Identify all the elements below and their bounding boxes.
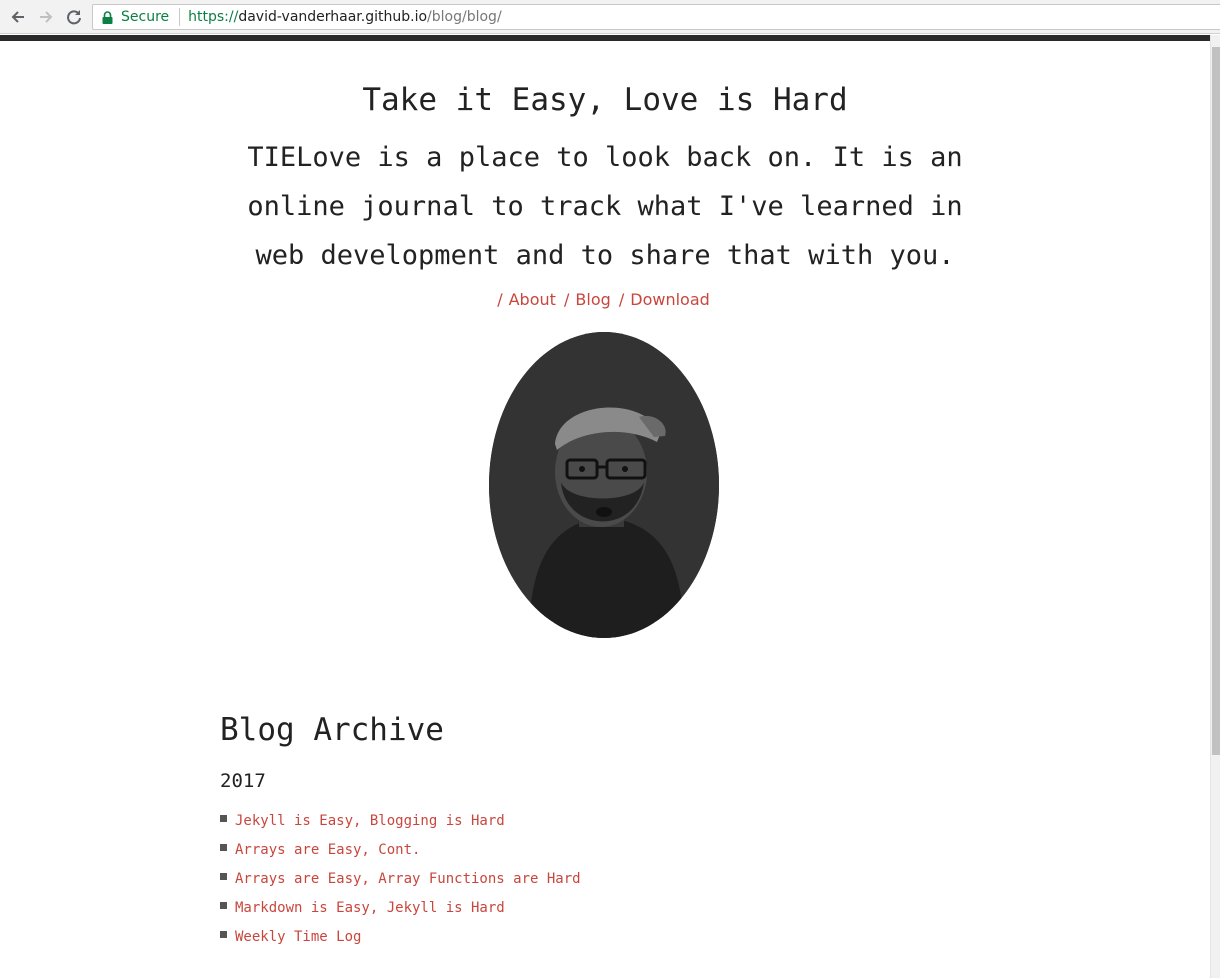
list-item: Jekyll is Easy, Blogging is Hard xyxy=(220,806,581,835)
post-link[interactable]: Arrays are Easy, Cont. xyxy=(235,842,420,858)
post-link[interactable]: Weekly Time Log xyxy=(235,929,361,945)
nav-separator: / xyxy=(618,290,625,309)
url-scheme: https:// xyxy=(188,9,239,25)
url-path: /blog/blog/ xyxy=(427,9,502,25)
lock-icon xyxy=(102,10,114,24)
nav-link-download[interactable]: Download xyxy=(630,290,710,309)
post-link[interactable]: Markdown is Easy, Jekyll is Hard xyxy=(235,900,505,916)
square-bullet-icon xyxy=(220,844,227,851)
nav-separator: / xyxy=(497,290,503,309)
nav-separator: / xyxy=(564,290,570,309)
author-avatar xyxy=(489,332,719,638)
scrollbar-thumb[interactable] xyxy=(1212,47,1220,755)
reload-button[interactable] xyxy=(63,6,85,28)
page-top-bar xyxy=(0,35,1210,41)
square-bullet-icon xyxy=(220,873,227,880)
back-button[interactable] xyxy=(7,6,29,28)
forward-arrow-icon xyxy=(40,11,53,23)
site-title: Take it Easy, Love is Hard xyxy=(362,82,848,118)
address-bar[interactable]: Secure https://david-vanderhaar.github.i… xyxy=(92,4,1220,30)
browser-toolbar: Secure https://david-vanderhaar.github.i… xyxy=(0,0,1220,34)
square-bullet-icon xyxy=(220,815,227,822)
page-scrollbar[interactable] xyxy=(1210,35,1220,978)
post-link[interactable]: Jekyll is Easy, Blogging is Hard xyxy=(235,813,505,829)
list-item: Weekly Time Log xyxy=(220,922,581,951)
omnibox-divider xyxy=(179,8,181,26)
list-item: Arrays are Easy, Cont. xyxy=(220,835,581,864)
site-tagline: TIELove is a place to look back on. It i… xyxy=(247,142,963,271)
archive-title: Blog Archive xyxy=(220,712,444,748)
list-item: Markdown is Easy, Jekyll is Hard xyxy=(220,893,581,922)
forward-button[interactable] xyxy=(35,6,57,28)
url-host: david-vanderhaar.github.io xyxy=(238,9,428,25)
post-list: Jekyll is Easy, Blogging is Hard Arrays … xyxy=(220,806,581,951)
main-nav: / About / Blog / Download xyxy=(0,290,1210,309)
archive-year: 2017 xyxy=(220,770,266,792)
list-item: Arrays are Easy, Array Functions are Har… xyxy=(220,864,581,893)
square-bullet-icon xyxy=(220,902,227,909)
nav-link-blog[interactable]: Blog xyxy=(575,290,610,309)
nav-link-about[interactable]: About xyxy=(509,290,556,309)
square-bullet-icon xyxy=(220,931,227,938)
back-arrow-icon xyxy=(11,11,24,23)
post-link[interactable]: Arrays are Easy, Array Functions are Har… xyxy=(235,871,581,887)
secure-label: Secure xyxy=(121,9,170,25)
reload-icon xyxy=(67,10,81,25)
author-portrait-illustration xyxy=(489,332,719,638)
